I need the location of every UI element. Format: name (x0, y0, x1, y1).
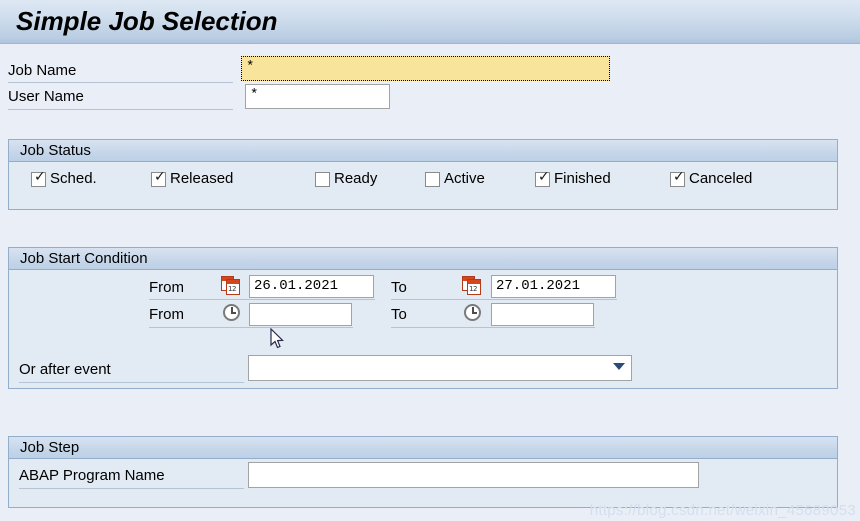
checkbox-finished-label: Finished (554, 170, 611, 187)
abap-program-name-label: ABAP Program Name (19, 467, 165, 484)
chevron-down-icon[interactable] (613, 363, 625, 370)
check-icon: ✓ (538, 169, 550, 185)
checkbox-released-box[interactable]: ✓ (151, 169, 166, 187)
time-to-label: To (391, 306, 407, 323)
user-name-label: User Name (8, 88, 84, 105)
date-to-rule (391, 299, 617, 300)
page-title: Simple Job Selection (16, 6, 278, 36)
check-icon: ✓ (154, 169, 166, 185)
calendar-icon[interactable]: 12 (221, 276, 241, 295)
checkbox-released-label: Released (170, 170, 234, 187)
or-after-event-rule (19, 382, 244, 383)
check-icon: ✓ (34, 169, 46, 185)
calendar-icon-front: 12 (467, 279, 481, 295)
job-name-rule (8, 82, 233, 83)
user-name-input[interactable]: * (245, 84, 390, 109)
calendar-icon[interactable]: 12 (462, 276, 482, 295)
checkbox-ready-label: Ready (334, 170, 378, 187)
time-from-label: From (149, 306, 184, 323)
job-status-title: Job Status (20, 142, 91, 159)
calendar-icon-front: 12 (226, 279, 240, 295)
job-step-title: Job Step (20, 439, 80, 456)
job-name-label: Job Name (8, 62, 77, 79)
time-to-rule (391, 327, 595, 328)
clock-icon-hand-minute (472, 312, 477, 314)
time-from-input[interactable] (249, 303, 352, 326)
window-title-bar: Simple Job Selection (0, 0, 860, 44)
watermark-text: https://blog.csdn.net/weixin_45689053 (589, 502, 856, 519)
checkbox-scheduled-label: Sched. (50, 170, 97, 187)
job-step-panel: Job Step ABAP Program Name (8, 436, 838, 508)
clock-icon[interactable] (464, 304, 481, 321)
checkbox-active-label: Active (444, 170, 485, 187)
job-name-input[interactable]: * (241, 56, 610, 81)
job-start-condition-title: Job Start Condition (20, 250, 148, 267)
checkbox-scheduled-box[interactable]: ✓ (31, 169, 46, 187)
calendar-icon-digits: 12 (228, 285, 236, 293)
date-to-input[interactable]: 27.01.2021 (491, 275, 616, 298)
date-from-rule (149, 299, 375, 300)
date-to-label: To (391, 279, 407, 296)
clock-icon-hand-minute (231, 312, 236, 314)
or-after-event-dropdown[interactable] (248, 355, 632, 381)
job-step-header: Job Step (9, 437, 837, 459)
clock-icon[interactable] (223, 304, 240, 321)
checkbox-active-box[interactable] (425, 172, 440, 187)
calendar-icon-digits: 12 (469, 285, 477, 293)
abap-program-name-input[interactable] (248, 462, 699, 488)
date-from-label: From (149, 279, 184, 296)
user-name-rule (8, 109, 233, 110)
time-to-input[interactable] (491, 303, 594, 326)
or-after-event-label: Or after event (19, 361, 111, 378)
check-icon: ✓ (673, 169, 685, 185)
checkbox-ready-box[interactable] (315, 172, 330, 187)
abap-program-name-rule (19, 488, 244, 489)
date-from-input[interactable]: 26.01.2021 (249, 275, 374, 298)
job-status-panel: Job Status ✓ Sched. ✓ Released Ready Act… (8, 139, 838, 210)
checkbox-canceled-box[interactable]: ✓ (670, 169, 685, 187)
job-status-header: Job Status (9, 140, 837, 162)
check-icon (318, 170, 330, 184)
checkbox-finished-box[interactable]: ✓ (535, 169, 550, 187)
job-start-condition-header: Job Start Condition (9, 248, 837, 270)
time-from-rule (149, 327, 353, 328)
job-start-condition-panel: Job Start Condition From 12 26.01.2021 T… (8, 247, 838, 389)
check-icon (428, 170, 440, 184)
checkbox-canceled-label: Canceled (689, 170, 753, 187)
mouse-cursor (270, 327, 286, 350)
